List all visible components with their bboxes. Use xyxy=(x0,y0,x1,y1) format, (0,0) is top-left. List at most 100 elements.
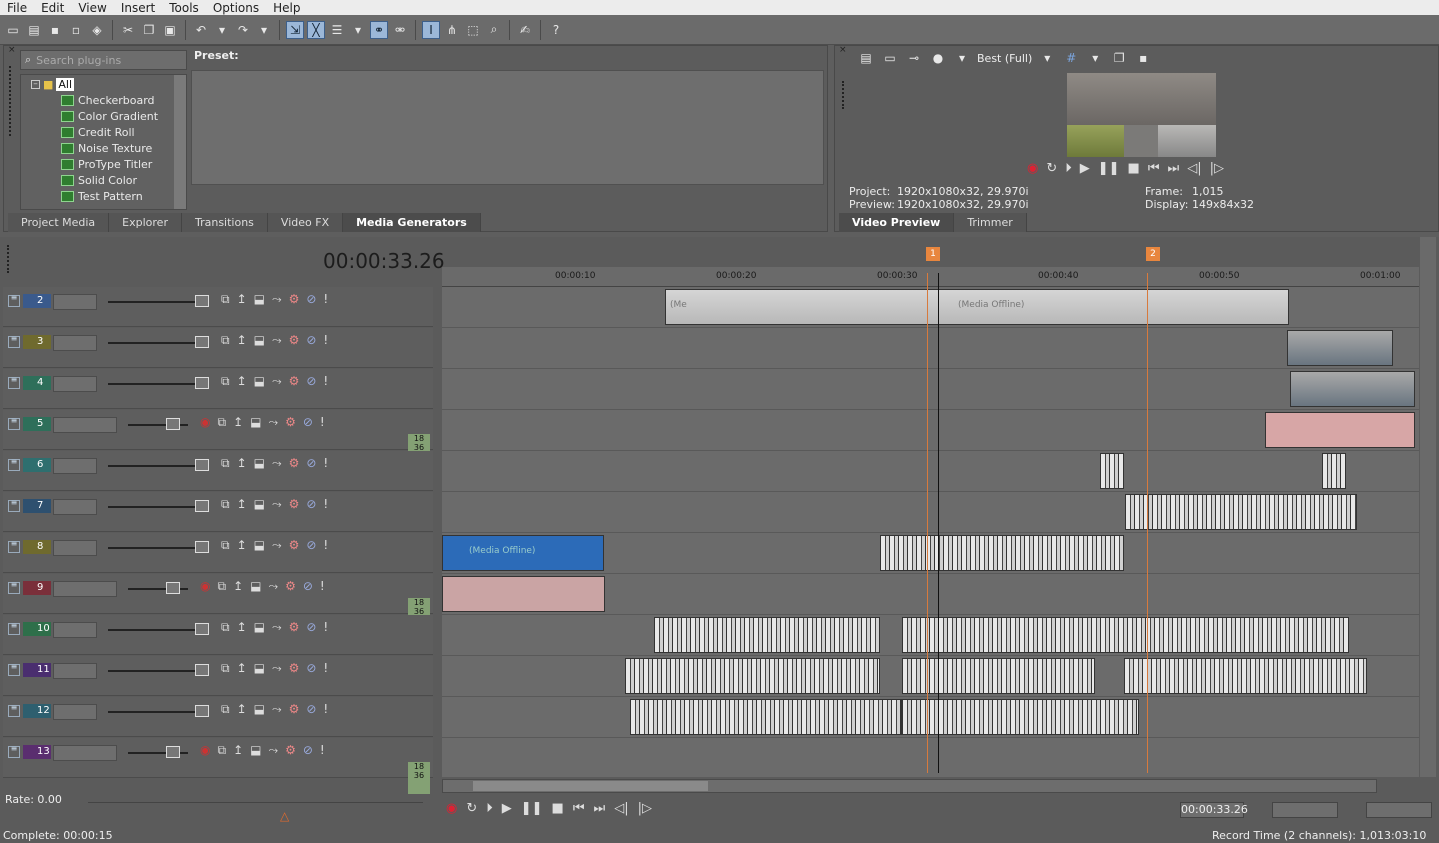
track-menu-icon[interactable]: ≡ xyxy=(8,745,20,758)
track-level-knob[interactable] xyxy=(166,582,180,594)
external-monitor-icon[interactable]: ▭ xyxy=(881,49,899,67)
track-level-knob[interactable] xyxy=(195,336,209,348)
new-file-icon[interactable]: ▭ xyxy=(4,21,22,39)
pause-icon[interactable]: ❚❚ xyxy=(1098,161,1120,176)
tab-explorer[interactable]: Explorer xyxy=(109,213,182,232)
track-compositing-icon[interactable]: ⬓ xyxy=(254,374,265,389)
track-header-7[interactable]: ≡ 7 ⧉ ↥ ⬓ ⤳ ⚙ ⊘! xyxy=(3,492,433,532)
lock-envelopes-icon[interactable]: ⚭ xyxy=(370,20,388,39)
clip[interactable] xyxy=(1100,453,1124,489)
track-motion-icon[interactable]: ↥ xyxy=(237,538,247,553)
track-compositing-icon[interactable]: ⬓ xyxy=(254,497,265,512)
menu-file[interactable]: File xyxy=(0,1,34,15)
track-header-3[interactable]: ≡ 3 ⧉ ↥ ⬓ ⤳ ⚙ ⊘! xyxy=(3,328,433,368)
menu-tools[interactable]: Tools xyxy=(162,1,206,15)
track-mute-icon[interactable]: ⊘ xyxy=(306,620,316,635)
arm-record-icon[interactable]: ◉ xyxy=(200,743,210,758)
track-compositing-icon[interactable]: ⬓ xyxy=(254,456,265,471)
track-lanes[interactable]: (Me (Media Offline) (Media Offline) xyxy=(442,287,1419,777)
track-solo-icon[interactable]: ! xyxy=(323,538,328,553)
timeline-ruler[interactable]: 00:00:10 00:00:20 00:00:30 00:00:40 00:0… xyxy=(442,267,1419,287)
track-compositing-icon[interactable]: ⬓ xyxy=(250,743,261,758)
track-mute-icon[interactable]: ⊘ xyxy=(306,292,316,307)
tree-item-checkerboard[interactable]: Checkerboard xyxy=(61,94,155,107)
copy-snapshot-icon[interactable]: ❐ xyxy=(1110,49,1128,67)
scroll-thumb[interactable] xyxy=(473,781,708,791)
track-mute-icon[interactable]: ⊘ xyxy=(306,538,316,553)
tab-media-generators[interactable]: Media Generators xyxy=(343,213,481,232)
go-to-start-icon[interactable]: ⏮ xyxy=(1148,161,1160,176)
track-level-knob[interactable] xyxy=(195,664,209,676)
track-menu-icon[interactable]: ≡ xyxy=(8,499,20,512)
track-compositing-icon[interactable]: ⬓ xyxy=(254,661,265,676)
track-name-field[interactable] xyxy=(53,417,117,433)
track-header-6[interactable]: ≡ 6 ⧉ ↥ ⬓ ⤳ ⚙ ⊘! xyxy=(3,451,433,491)
play-icon[interactable]: ▶ xyxy=(502,801,512,816)
track-menu-icon[interactable]: ≡ xyxy=(8,622,20,635)
track-mute-icon[interactable]: ⊘ xyxy=(306,374,316,389)
preview-quality-select[interactable]: Best (Full) xyxy=(977,52,1032,65)
clip[interactable] xyxy=(1287,330,1393,366)
save-icon[interactable]: ▪ xyxy=(46,21,64,39)
track-fx-icon[interactable]: ⧉ xyxy=(221,456,230,471)
tree-item-credit-roll[interactable]: Credit Roll xyxy=(61,126,135,139)
clip[interactable]: (Media Offline) xyxy=(442,535,604,571)
pause-icon[interactable]: ❚❚ xyxy=(521,801,543,816)
selection-start[interactable] xyxy=(1272,802,1338,818)
track-menu-icon[interactable]: ≡ xyxy=(8,540,20,553)
cursor-position[interactable]: 00:00:33.26 xyxy=(1180,802,1248,818)
track-envelope-icon[interactable]: ⤳ xyxy=(272,497,282,512)
track-envelope-icon[interactable]: ⤳ xyxy=(272,333,282,348)
auto-crossfade-icon[interactable]: ╳ xyxy=(307,20,325,39)
go-to-end-icon[interactable]: ⏭ xyxy=(1168,161,1180,176)
track-level-knob[interactable] xyxy=(195,377,209,389)
open-folder-icon[interactable]: ▤ xyxy=(25,21,43,39)
track-motion-icon[interactable]: ↥ xyxy=(233,415,243,430)
track-settings-icon[interactable]: ⚙ xyxy=(289,661,300,676)
track-name-field[interactable] xyxy=(53,663,97,679)
track-motion-icon[interactable]: ↥ xyxy=(237,292,247,307)
snapping-icon[interactable]: ⇲ xyxy=(286,20,304,39)
track-level-slider[interactable] xyxy=(108,670,208,672)
selection-length[interactable] xyxy=(1366,802,1432,818)
track-motion-icon[interactable]: ↥ xyxy=(233,743,243,758)
render-icon[interactable]: ◈ xyxy=(88,21,106,39)
rate-slider-handle-icon[interactable]: △ xyxy=(280,809,289,823)
track-fx-icon[interactable]: ⧉ xyxy=(221,620,230,635)
marker-2[interactable]: 2 xyxy=(1146,247,1160,261)
track-header-11[interactable]: ≡ 11 ⧉ ↥ ⬓ ⤳ ⚙ ⊘! xyxy=(3,656,433,696)
track-motion-icon[interactable]: ↥ xyxy=(233,579,243,594)
track-level-slider[interactable] xyxy=(108,547,208,549)
record-icon[interactable]: ◉ xyxy=(446,801,457,816)
track-header-13[interactable]: ≡ 13 ◉ ⧉ ↥ ⬓ ⤳ ⚙ ⊘! 18 36 xyxy=(3,738,433,794)
record-icon[interactable]: ◉ xyxy=(1027,161,1038,176)
go-to-end-icon[interactable]: ⏭ xyxy=(594,801,606,816)
track-level-slider[interactable] xyxy=(108,506,208,508)
track-name-field[interactable] xyxy=(53,499,97,515)
track-name-field[interactable] xyxy=(53,540,97,556)
quality-dropdown-icon[interactable]: ▾ xyxy=(1038,49,1056,67)
grid-dropdown-icon[interactable]: ▾ xyxy=(1086,49,1104,67)
undo-dropdown-icon[interactable]: ▾ xyxy=(213,21,231,39)
track-level-slider[interactable] xyxy=(108,342,208,344)
track-menu-icon[interactable]: ≡ xyxy=(8,335,20,348)
track-motion-icon[interactable]: ↥ xyxy=(237,374,247,389)
preset-area[interactable] xyxy=(191,70,824,185)
close-icon[interactable]: × xyxy=(8,46,16,55)
clip[interactable] xyxy=(902,617,1349,653)
stop-icon[interactable]: ■ xyxy=(552,801,564,816)
menu-options[interactable]: Options xyxy=(206,1,266,15)
arm-record-icon[interactable]: ◉ xyxy=(200,415,210,430)
play-icon[interactable]: ▶ xyxy=(1080,161,1090,176)
track-header-4[interactable]: ≡ 4 ⧉ ↥ ⬓ ⤳ ⚙ ⊘! xyxy=(3,369,433,409)
clip[interactable] xyxy=(1124,658,1367,694)
track-envelope-icon[interactable]: ⤳ xyxy=(272,661,282,676)
track-name-field[interactable] xyxy=(53,458,97,474)
next-frame-icon[interactable]: |▷ xyxy=(1210,161,1224,176)
tree-item-color-gradient[interactable]: Color Gradient xyxy=(61,110,158,123)
track-fx-icon[interactable]: ⧉ xyxy=(221,333,230,348)
track-compositing-icon[interactable]: ⬓ xyxy=(254,538,265,553)
menu-edit[interactable]: Edit xyxy=(34,1,71,15)
track-motion-icon[interactable]: ↥ xyxy=(237,661,247,676)
track-envelope-icon[interactable]: ⤳ xyxy=(272,456,282,471)
